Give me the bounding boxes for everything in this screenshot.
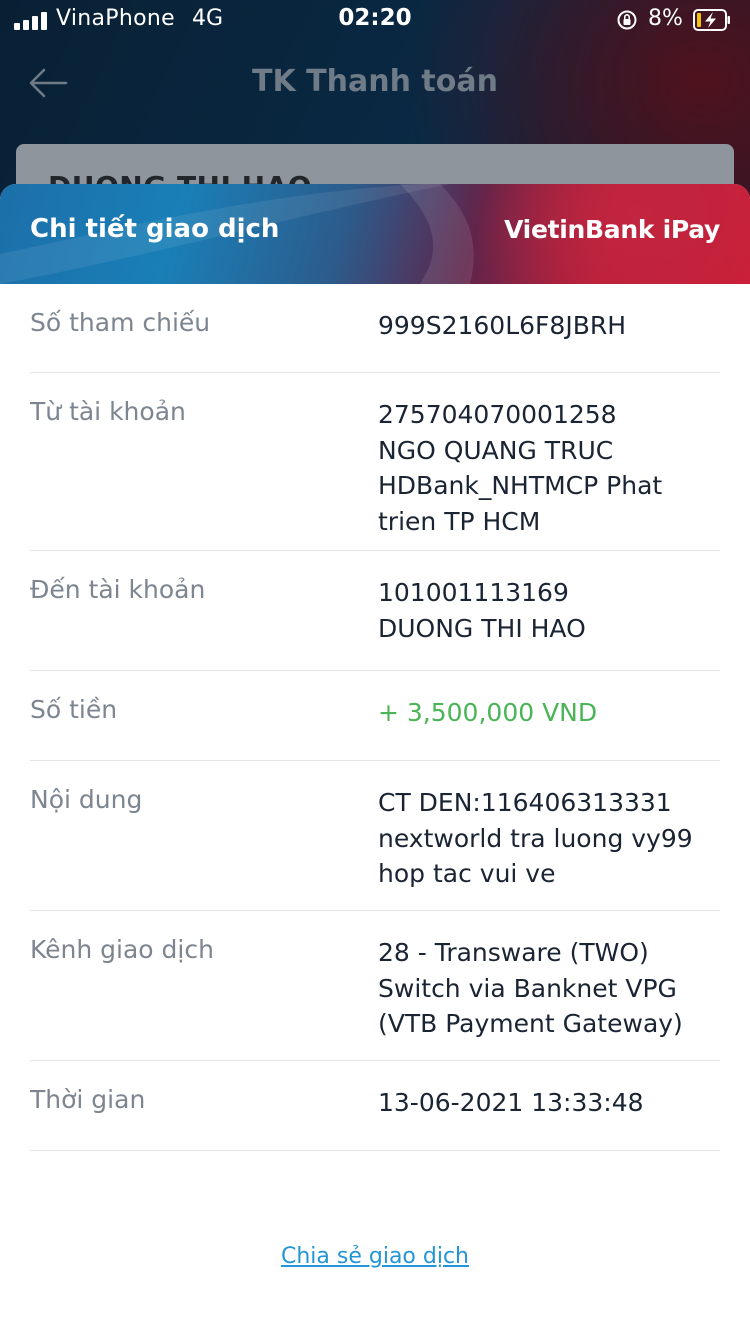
row-value: 101001113169 DUONG THI HAO: [378, 575, 718, 646]
row-label: Số tiền: [30, 695, 118, 724]
row-label: Nội dung: [30, 785, 143, 814]
row-label: Số tham chiếu: [30, 308, 211, 337]
value-line: 999S2160L6F8JBRH: [378, 311, 627, 340]
row-label: Từ tài khoản: [30, 397, 186, 426]
battery-percent: 8%: [648, 6, 683, 31]
share-transaction-link[interactable]: Chia sẻ giao dịch: [0, 1244, 750, 1269]
value-line: DUONG THI HAO: [378, 613, 586, 643]
orientation-lock-icon: [617, 10, 637, 30]
row-value: 275704070001258 NGO QUANG TRUC HDBank_NH…: [378, 397, 718, 539]
row-reference: Số tham chiếu 999S2160L6F8JBRH: [30, 284, 720, 373]
row-content: Nội dung CT DEN:116406313331 nextworld t…: [30, 761, 720, 911]
row-from-account: Từ tài khoản 275704070001258 NGO QUANG T…: [30, 373, 720, 551]
value-line: 275704070001258: [378, 400, 617, 429]
row-channel: Kênh giao dịch 28 - Transware (TWO) Swit…: [30, 911, 720, 1061]
row-value: CT DEN:116406313331 nextworld tra luong …: [378, 785, 718, 892]
status-bar: VinaPhone 4G 02:20 8%: [0, 0, 750, 42]
value-line: 101001113169: [378, 578, 569, 607]
row-to-account: Đến tài khoản 101001113169 DUONG THI HAO: [30, 551, 720, 671]
battery-charging-icon: [693, 9, 730, 31]
screen-title: TK Thanh toán: [252, 64, 498, 99]
row-value: 13-06-2021 13:33:48: [378, 1085, 718, 1121]
sheet-header: Chi tiết giao dịch VietinBank iPay: [0, 184, 750, 284]
row-value: 999S2160L6F8JBRH: [378, 308, 718, 344]
transaction-detail-sheet: Chi tiết giao dịch VietinBank iPay Số th…: [0, 184, 750, 1334]
value-line: hop tac vui ve: [378, 859, 556, 888]
row-time: Thời gian 13-06-2021 13:33:48: [30, 1061, 720, 1151]
row-label: Đến tài khoản: [30, 575, 206, 604]
value-line: trien TP HCM: [378, 506, 541, 536]
value-line: 13-06-2021 13:33:48: [378, 1088, 644, 1117]
value-line: CT DEN:116406313331: [378, 788, 672, 817]
row-amount: Số tiền + 3,500,000 VND: [30, 671, 720, 761]
value-line: Switch via Banknet VPG: [378, 973, 677, 1003]
value-line: nextworld tra luong vy99: [378, 823, 693, 853]
sheet-title: Chi tiết giao dịch: [30, 214, 280, 244]
brand-logo: VietinBank iPay: [504, 215, 720, 244]
amount-value: + 3,500,000 VND: [378, 695, 718, 731]
value-line: + 3,500,000 VND: [378, 698, 598, 727]
value-line: HDBank_NHTMCP Phat: [378, 471, 663, 500]
value-line: 28 - Transware (TWO): [378, 938, 649, 967]
row-value: 28 - Transware (TWO) Switch via Banknet …: [378, 935, 718, 1042]
value-line: NGO QUANG TRUC: [378, 435, 614, 465]
row-label: Kênh giao dịch: [30, 935, 214, 964]
row-label: Thời gian: [30, 1085, 146, 1114]
value-line: (VTB Payment Gateway): [378, 1009, 683, 1038]
app-header: TK Thanh toán: [0, 54, 750, 114]
